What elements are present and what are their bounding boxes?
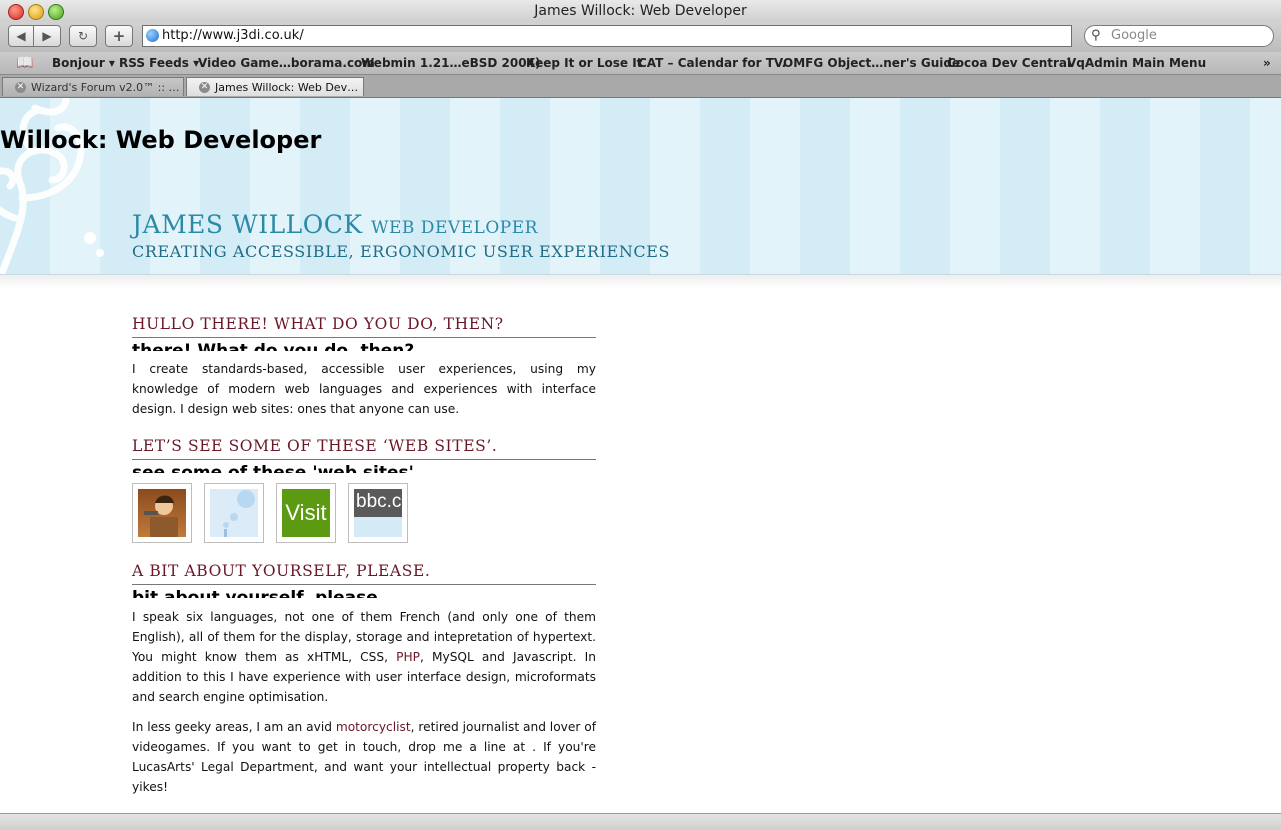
forward-arrow-icon: ▶ (42, 29, 52, 43)
tab-bar: ✕ Wizard's Forum v2.0™ :: … ✕ James Will… (0, 75, 1281, 98)
swirl-ornament-icon (0, 98, 104, 274)
visit-thumbnail: Visit (282, 489, 330, 537)
tab-label: James Willock: Web Dev… (215, 81, 359, 94)
logo-name: JAMES WILLOCK WEB DEVELOPER (132, 210, 538, 239)
php-link[interactable]: PHP (396, 650, 420, 664)
bookmark-item[interactable]: VqAdmin Main Menu (1067, 52, 1206, 74)
about-paragraph-2: In less geeky areas, I am an avid motorc… (132, 717, 596, 797)
forward-button[interactable]: ▶ (33, 25, 61, 47)
search-input[interactable]: ⚲ Google (1084, 25, 1274, 47)
motorcyclist-link[interactable]: motorcyclist (336, 720, 411, 734)
section-title-web-sites: LET’S SEE SOME OF THESE ‘WEB SITES’. (132, 437, 596, 460)
globe-icon (146, 29, 159, 42)
window-titlebar: James Willock: Web Developer (0, 0, 1281, 22)
bubbles-thumbnail (210, 489, 258, 537)
logo-tagline: CREATING ACCESSIBLE, ERGONOMIC USER EXPE… (132, 242, 671, 261)
bookmark-item[interactable]: RSS Feeds ▾ (119, 52, 199, 74)
logo-role: WEB DEVELOPER (371, 218, 538, 238)
zoom-window-button[interactable] (48, 4, 64, 20)
bbc-thumbnail: bbc.c (354, 489, 402, 537)
address-bar[interactable]: http://www.j3di.co.uk/ (142, 25, 1072, 47)
close-tab-icon[interactable]: ✕ (199, 82, 210, 93)
portfolio-thumb-bubbles[interactable] (204, 483, 264, 543)
tab-james-willock[interactable]: ✕ James Willock: Web Dev… (186, 77, 364, 96)
site-header: Willock: Web Developer JAMES WILLOCK WEB… (0, 98, 1281, 275)
intro-paragraph: I create standards-based, accessible use… (132, 362, 596, 416)
portfolio-thumb-character[interactable] (132, 483, 192, 543)
status-bar (0, 813, 1281, 830)
bookmark-item[interactable]: Video Game…borama.com (198, 52, 375, 74)
close-tab-icon[interactable]: ✕ (15, 82, 26, 93)
window-title: James Willock: Web Developer (534, 3, 747, 19)
bookmark-item[interactable]: Webmin 1.21…eBSD 2004) (361, 52, 540, 74)
section-title-about: A BIT ABOUT YOURSELF, PLEASE. (132, 562, 596, 585)
address-text: http://www.j3di.co.uk/ (162, 28, 304, 43)
browser-toolbar: ◀ ▶ ↻ + http://www.j3di.co.uk/ ⚲ Google (0, 22, 1281, 52)
search-icon: ⚲ (1091, 28, 1101, 43)
tab-label: Wizard's Forum v2.0™ :: … (31, 81, 180, 94)
section-title-what-do-you-do: HULLO THERE! WHAT DO YOU DO, THEN? (132, 315, 596, 338)
portfolio-thumb-visit[interactable]: Visit (276, 483, 336, 543)
tab-wizards-forum[interactable]: ✕ Wizard's Forum v2.0™ :: … (2, 77, 184, 96)
section-ghost-heading: there! What do you do, then? (132, 341, 415, 351)
bookmark-item[interactable]: Keep It or Lose It (526, 52, 642, 74)
logo-name-text: JAMES WILLOCK (132, 210, 363, 239)
bbc-thumbnail-text: bbc.c (354, 489, 402, 517)
bookmarks-overflow-button[interactable]: » (1263, 52, 1271, 74)
character-thumbnail (138, 489, 186, 537)
section-ghost-heading: bit about yourself, please. (132, 588, 385, 598)
minimize-window-button[interactable] (28, 4, 44, 20)
about-text: In less geeky areas, I am an avid (132, 720, 336, 734)
page-heading: Willock: Web Developer (0, 126, 322, 154)
about-paragraph-1: I speak six languages, not one of them F… (132, 607, 596, 707)
bookmark-item[interactable]: Cocoa Dev Central (947, 52, 1071, 74)
reload-icon: ↻ (77, 29, 89, 43)
add-bookmark-button[interactable]: + (105, 25, 133, 47)
bookmark-item[interactable]: CAT – Calendar for TV. (638, 52, 786, 74)
portfolio-thumb-bbc[interactable]: bbc.c (348, 483, 408, 543)
close-window-button[interactable] (8, 4, 24, 20)
reload-button[interactable]: ↻ (69, 25, 97, 47)
back-button[interactable]: ◀ (8, 25, 34, 47)
section-ghost-heading: see some of these 'web sites'. (132, 463, 421, 473)
bookmark-item[interactable]: Bonjour ▾ (52, 52, 115, 74)
back-arrow-icon: ◀ (16, 29, 26, 43)
bookmark-item[interactable]: OMFG Object…ner's Guide (783, 52, 960, 74)
bookmarks-bar: 📖 Bonjour ▾ RSS Feeds ▾ Video Game…boram… (0, 52, 1281, 75)
header-shadow (0, 275, 1281, 289)
plus-icon: + (112, 27, 126, 45)
search-placeholder: Google (1111, 28, 1157, 43)
bookmarks-book-icon[interactable]: 📖 (16, 52, 33, 74)
